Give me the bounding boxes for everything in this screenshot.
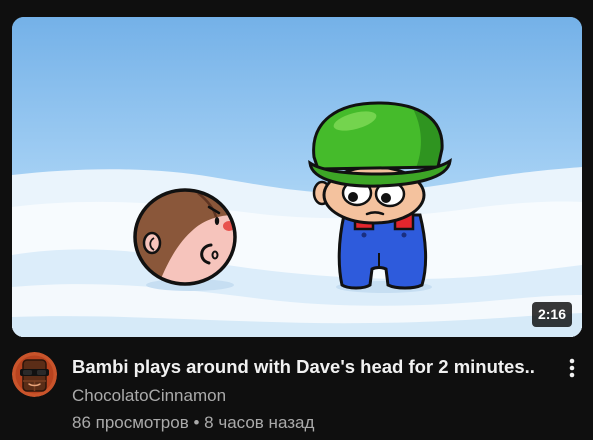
thumbnail-image xyxy=(12,17,582,337)
bambi-cap xyxy=(308,101,452,188)
more-vert-icon xyxy=(569,358,575,378)
duration-badge: 2:16 xyxy=(531,302,572,327)
snow-ground xyxy=(12,167,582,337)
video-thumbnail[interactable]: 2:16 xyxy=(12,17,582,337)
video-title[interactable]: Bambi plays around with Dave's head for … xyxy=(72,355,552,379)
upload-age: 8 часов назад xyxy=(204,413,315,432)
more-options-button[interactable] xyxy=(560,356,584,380)
video-card[interactable]: 2:16 Bambi plays around with Dave's head… xyxy=(0,0,593,440)
video-meta: 86 просмотров • 8 часов назад xyxy=(72,412,314,434)
channel-avatar[interactable] xyxy=(12,352,57,397)
meta-separator: • xyxy=(193,413,200,432)
chocolate-avatar-icon xyxy=(12,352,57,397)
channel-name[interactable]: ChocolatoCinnamon xyxy=(72,385,226,407)
view-count: 86 просмотров xyxy=(72,413,189,432)
